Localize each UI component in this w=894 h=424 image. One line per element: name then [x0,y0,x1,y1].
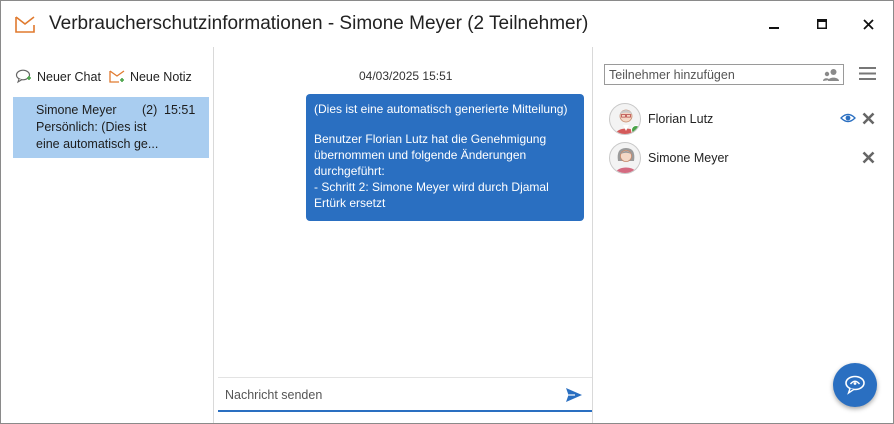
add-participant-input[interactable] [609,67,814,83]
conversation-panel: 04/03/2025 15:51 (Dies ist eine automati… [215,47,593,423]
maximize-button[interactable] [807,11,837,37]
close-button[interactable] [853,11,883,37]
title-bar: Verbraucherschutzinformationen - Simone … [1,1,893,47]
envelope-icon [15,16,35,33]
add-user-icon[interactable] [823,68,839,82]
message-text-body: Benutzer Florian Lutz hat die Genehmigun… [314,132,549,210]
remove-participant-icon[interactable] [862,151,875,164]
chat-assistant-button[interactable] [833,363,877,407]
minimize-button[interactable] [759,11,789,37]
new-chat-label: Neuer Chat [37,69,101,84]
new-note-icon [109,70,125,83]
chat-window: Verbraucherschutzinformationen - Simone … [0,0,894,424]
chat-item-time: 15:51 [164,103,196,117]
user-avatar-icon [615,148,637,173]
chat-item-unread-count: (2) [142,103,158,117]
maximize-icon [817,19,827,29]
message-bubble: (Dies ist eine automatisch generierte Mi… [306,94,584,221]
add-participant-field[interactable] [604,64,844,85]
chat-actions: Neuer Chat Neue Notiz [15,69,200,84]
chat-item-name: Simone Meyer [36,103,117,117]
new-chat-button[interactable]: Neuer Chat [15,69,101,84]
close-icon [862,18,874,30]
participant-name: Simone Meyer [648,151,729,165]
minimize-icon [769,27,779,29]
participant-row[interactable]: Simone Meyer [609,142,879,174]
remove-participant-icon[interactable] [862,112,875,125]
avatar [609,103,641,135]
avatar [609,142,641,174]
chat-bubble-icon [845,375,865,395]
new-note-label: Neue Notiz [129,69,192,84]
message-text-header: (Dies ist eine automatisch generierte Mi… [314,102,568,116]
send-icon[interactable] [565,387,583,403]
chat-item-preview: Persönlich: (Dies ist eine automatisch g… [36,120,159,151]
eye-icon[interactable] [840,112,856,124]
new-note-button[interactable]: Neue Notiz [109,69,192,84]
new-chat-icon [15,69,31,84]
compose-area [218,377,592,412]
participant-row[interactable]: Florian Lutz [609,103,879,135]
message-timestamp: 04/03/2025 15:51 [359,69,453,83]
message-input[interactable] [225,384,545,406]
window-title: Verbraucherschutzinformationen - Simone … [49,13,589,34]
chat-list-panel: Neuer Chat Neue Notiz Simone Meyer (2) 1… [1,47,214,423]
chat-list-item[interactable]: Simone Meyer (2) 15:51 Persönlich: (Dies… [13,97,209,158]
hamburger-menu-icon[interactable] [859,66,876,81]
participant-name: Florian Lutz [648,112,714,126]
user-avatar-icon [615,109,640,134]
